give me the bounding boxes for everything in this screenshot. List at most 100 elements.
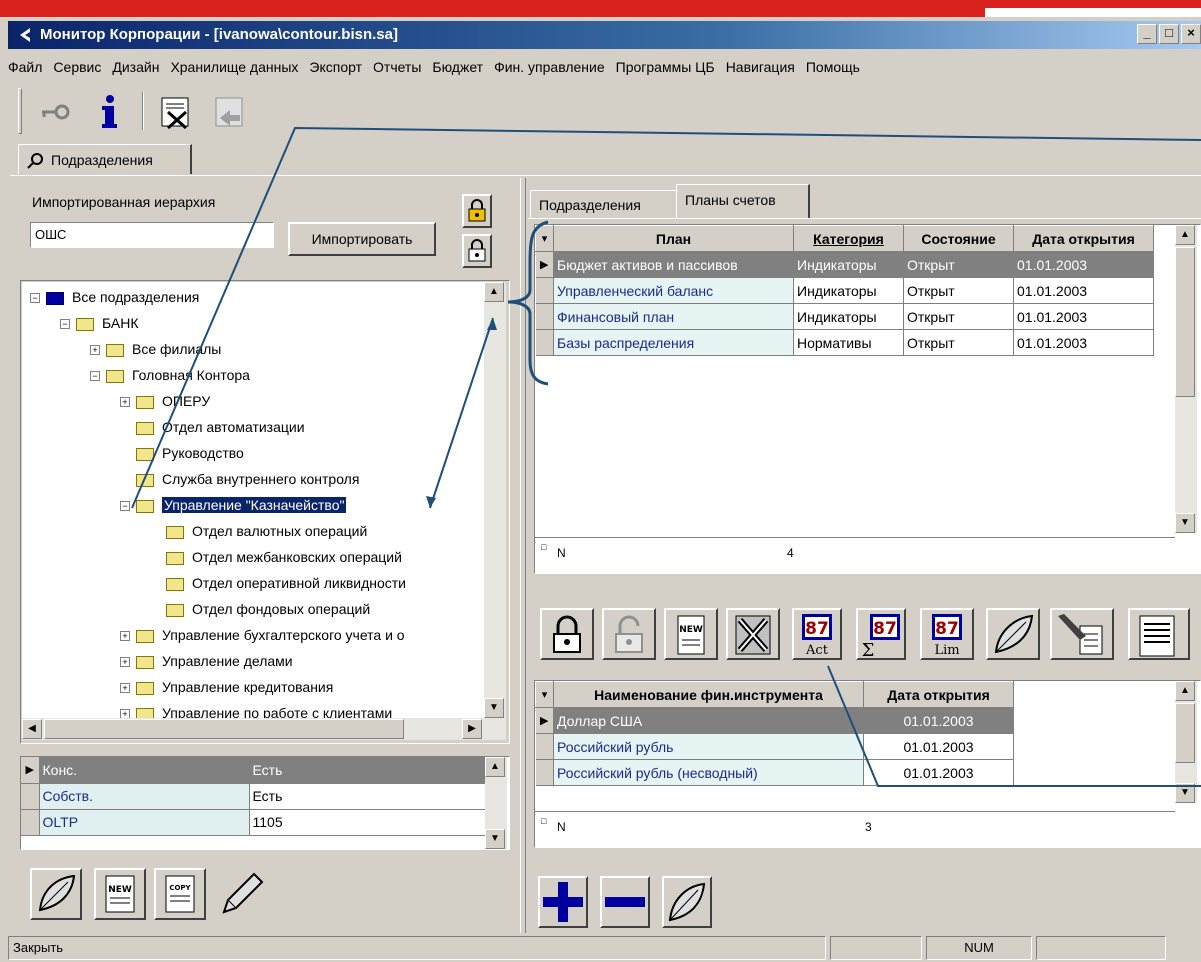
table-row[interactable]: ▶ Доллар США 01.01.2003 xyxy=(535,707,1014,734)
maximize-button[interactable]: □ xyxy=(1159,24,1179,44)
pen-doc-button[interactable] xyxy=(1050,608,1114,660)
plans-scroll-thumb[interactable] xyxy=(1175,247,1195,397)
unlock-plan-button[interactable] xyxy=(602,608,656,660)
back-doc-button[interactable] xyxy=(206,90,250,134)
tree-vscroll[interactable]: ▲ ▼ xyxy=(484,282,506,718)
expand-icon[interactable]: + xyxy=(90,345,100,356)
tree-node[interactable]: + Управление кредитования xyxy=(120,674,333,700)
column-header[interactable]: Дата открытия xyxy=(863,681,1014,708)
lock-button-1[interactable] xyxy=(462,194,492,228)
column-header[interactable]: План xyxy=(553,225,794,252)
leaf-button[interactable] xyxy=(30,868,82,920)
close-doc-button[interactable] xyxy=(154,90,198,134)
menu-item-7[interactable]: Фин. управление xyxy=(494,59,605,75)
act-button[interactable]: 87 Act xyxy=(792,608,842,660)
scroll-down-button[interactable]: ▼ xyxy=(485,829,505,849)
scroll-up-button[interactable]: ▲ xyxy=(1175,681,1195,701)
menu-item-5[interactable]: Отчеты xyxy=(373,59,421,75)
lim-button[interactable]: 87 Lim xyxy=(920,608,974,660)
scroll-right-button[interactable]: ▶ xyxy=(462,719,482,739)
lock-plan-button[interactable] xyxy=(540,608,594,660)
column-header[interactable]: Дата открытия xyxy=(1013,225,1154,252)
subdivision-tree[interactable]: − Все подразделения − БАНК + Все филиалы − Голо… xyxy=(22,282,484,738)
menu-item-9[interactable]: Навигация xyxy=(726,59,795,75)
scroll-left-button[interactable]: ◀ xyxy=(22,719,42,739)
info-button[interactable] xyxy=(88,90,132,134)
tree-node[interactable]: − Все подразделения xyxy=(30,284,199,310)
new-plan-button[interactable]: NEW xyxy=(664,608,718,660)
menu-item-6[interactable]: Бюджет xyxy=(432,59,483,75)
collapse-icon[interactable]: − xyxy=(60,319,70,330)
tree-node[interactable]: Отдел оперативной ликвидности xyxy=(150,570,406,596)
tree-node[interactable]: − Управление "Казначейство" xyxy=(120,492,347,518)
scroll-down-button[interactable]: ▼ xyxy=(1175,513,1195,533)
lock-button-2[interactable] xyxy=(462,234,492,268)
remove-instrument-button[interactable] xyxy=(600,876,650,928)
table-row[interactable]: OLTP 1105 xyxy=(21,809,487,836)
plans-vscroll[interactable]: ▲ ▼ xyxy=(1175,225,1197,533)
hierarchy-field[interactable]: ОШС xyxy=(30,222,274,248)
expand-icon[interactable]: + xyxy=(120,683,130,694)
table-row[interactable]: Управленческий баланс Индикаторы Открыт 01.… xyxy=(535,277,1154,304)
menu-item-3[interactable]: Хранилище данных xyxy=(170,59,298,75)
scroll-down-button[interactable]: ▼ xyxy=(1175,783,1195,803)
scroll-down-button[interactable]: ▼ xyxy=(484,698,504,718)
key-button[interactable] xyxy=(32,90,76,134)
expand-icon[interactable]: + xyxy=(120,657,130,668)
instr-vscroll[interactable]: ▲ ▼ xyxy=(1175,681,1197,803)
scroll-up-button[interactable]: ▲ xyxy=(484,282,504,302)
props-vscroll[interactable]: ▲ ▼ xyxy=(485,757,507,849)
close-button[interactable]: × xyxy=(1181,24,1201,44)
table-row[interactable]: Российский рубль 01.01.2003 xyxy=(535,733,1014,760)
tab-subdivisions-main[interactable]: Подразделения xyxy=(18,144,192,174)
menu-item-8[interactable]: Программы ЦБ xyxy=(616,59,715,75)
edit-button[interactable] xyxy=(214,868,266,920)
tree-node[interactable]: − Головная Контора xyxy=(90,362,250,388)
tree-hscroll[interactable]: ◀ ▶ xyxy=(22,718,506,740)
properties-grid[interactable]: ▶ Конс. Есть Собств. Есть OLTP 1105 ▲ ▼ xyxy=(20,756,510,850)
tree-node[interactable]: Отдел фондовых операций xyxy=(150,596,370,622)
tree-node[interactable]: Отдел межбанковских операций xyxy=(150,544,402,570)
scroll-up-button[interactable]: ▲ xyxy=(485,757,505,777)
report-button[interactable] xyxy=(1128,608,1190,660)
menu-item-2[interactable]: Дизайн xyxy=(112,59,159,75)
scroll-up-button[interactable]: ▲ xyxy=(1175,225,1195,245)
sum-button[interactable]: 87 Σ xyxy=(856,608,906,660)
collapse-icon[interactable]: − xyxy=(90,371,100,382)
tree-node[interactable]: + Управление делами xyxy=(120,648,293,674)
tree-node[interactable]: − БАНК xyxy=(60,310,138,336)
column-header[interactable]: Наименование фин.инструмента xyxy=(553,681,864,708)
table-row[interactable]: Собств. Есть xyxy=(21,783,487,810)
vertical-splitter[interactable] xyxy=(520,178,526,933)
new-button[interactable]: NEW xyxy=(94,868,146,920)
table-row[interactable]: Российский рубль (несводный) 01.01.2003 xyxy=(535,759,1014,786)
table-row[interactable]: Базы распределения Нормативы Открыт 01.01.2… xyxy=(535,329,1154,356)
instruments-grid[interactable]: ▾ Наименование фин.инструмента Дата открыт… xyxy=(534,680,1201,848)
tree-node[interactable]: Отдел автоматизации xyxy=(120,414,305,440)
expand-icon[interactable]: + xyxy=(120,397,130,408)
table-row[interactable]: ▶ Конс. Есть xyxy=(21,757,487,784)
tree-node[interactable]: Служба внутреннего контроля xyxy=(120,466,359,492)
tree-node[interactable]: + ОПЕРУ xyxy=(120,388,210,414)
menu-item-4[interactable]: Экспорт xyxy=(309,59,362,75)
menu-item-1[interactable]: Сервис xyxy=(53,59,101,75)
import-button[interactable]: Импортировать xyxy=(288,222,436,256)
copy-button[interactable]: COPY xyxy=(154,868,206,920)
collapse-icon[interactable]: − xyxy=(30,293,40,304)
header-indicator[interactable]: ▾ xyxy=(535,681,554,708)
hscroll-thumb[interactable] xyxy=(44,719,404,739)
table-row[interactable]: Финансовый план Индикаторы Открыт 01.01.200… xyxy=(535,303,1154,330)
plans-grid[interactable]: ▾ План Категория Состояние Дата открытия ▶ Бюд… xyxy=(534,224,1201,574)
menu-item-10[interactable]: Помощь xyxy=(806,59,860,75)
column-header[interactable]: Категория xyxy=(793,225,904,252)
tab-account-plans[interactable]: Планы счетов xyxy=(676,184,810,218)
collapse-icon[interactable]: − xyxy=(120,501,130,512)
minimize-button[interactable]: _ xyxy=(1137,24,1157,44)
delete-plan-button[interactable] xyxy=(726,608,780,660)
leaf-instrument-button[interactable] xyxy=(662,876,712,928)
table-row[interactable]: ▶ Бюджет активов и пассивов Индикаторы Откр… xyxy=(535,251,1154,278)
add-instrument-button[interactable] xyxy=(538,876,588,928)
tree-node[interactable]: Отдел валютных операций xyxy=(150,518,367,544)
tree-node[interactable]: + Управление бухгалтерского учета и о xyxy=(120,622,405,648)
menu-item-0[interactable]: Файл xyxy=(8,59,42,75)
